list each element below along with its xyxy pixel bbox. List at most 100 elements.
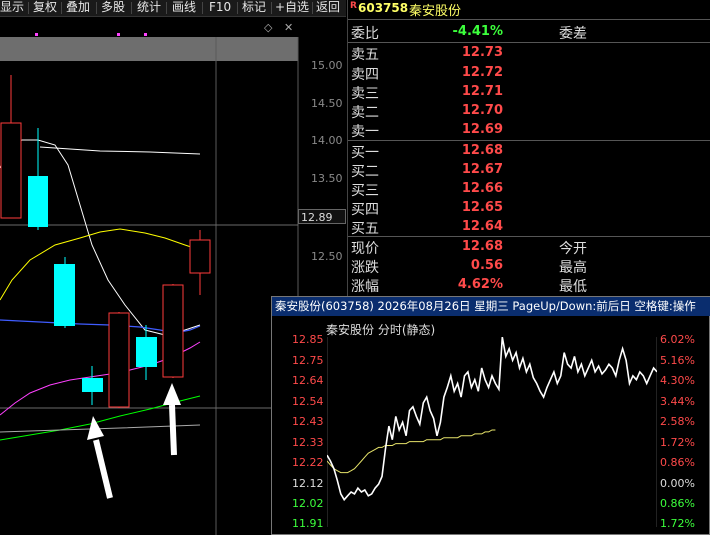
bid-price: 12.68 [461,143,503,158]
toolbar-back[interactable]: 返回 [316,0,340,16]
bid-row-1: 买一 12.68 [348,141,710,161]
ma-long-line [39,146,201,155]
bid-label: 买五 [351,221,379,237]
toolbar-show[interactable]: 显示 [0,0,24,16]
ask-price: 12.69 [461,122,503,137]
candle-5 [108,312,130,408]
ratio-value: -4.41% [452,24,504,39]
left-tick: 12.64 [292,374,324,387]
order-ratio-row: 委比 -4.41% 委差 [348,22,710,42]
ask-price: 12.70 [461,103,503,118]
bid-price: 12.65 [461,200,503,215]
stock-name: 秦安股份 [409,4,462,19]
bid-price: 12.64 [461,219,503,234]
ask-row-3: 卖三 12.71 [348,82,710,102]
right-tick: 0.00% [660,477,695,490]
intraday-popup[interactable]: 秦安股份(603758) 2026年08月26日 星期三 PageUp/Down… [271,296,710,535]
toolbar-multi-stock[interactable]: 多股 [101,0,125,16]
bid-price: 12.67 [461,162,503,177]
stat-value: 12.68 [461,239,503,254]
price-tick-1500: 15.00 [311,59,343,72]
toolbar-add-favorite[interactable]: +自选 [275,0,309,16]
toolbar-overlay[interactable]: 叠加 [66,0,90,16]
arrow-annotation-2 [163,383,181,456]
ask-row-1: 卖一 12.69 [348,120,710,140]
toolbar-draw-line[interactable]: 画线 [172,0,196,16]
popup-title-bar[interactable]: 秦安股份(603758) 2026年08月26日 星期三 PageUp/Down… [272,297,710,316]
left-tick: 12.85 [292,333,324,346]
candle-1 [0,75,22,219]
code-badge: R [350,1,357,11]
toolbar-restore-rights[interactable]: 复权 [33,0,57,16]
bid-label: 买三 [351,183,379,199]
close-icon: ✕ [284,21,293,34]
intraday-chart [327,337,657,527]
candle-6 [136,325,157,380]
left-tick: 12.54 [292,395,324,408]
right-tick: 0.86% [660,497,695,510]
left-tick: 12.75 [292,354,324,367]
ratio-label: 委比 [351,26,379,42]
right-tick: 3.44% [660,395,695,408]
bid-row-5: 买五 12.64 [348,217,710,237]
stat-label: 现价 [351,241,379,257]
stat-label: 涨幅 [351,279,379,295]
ask-label: 卖五 [351,47,379,63]
left-tick: 12.12 [292,477,324,490]
chart-header-band [0,37,298,61]
candle-8 [189,230,211,295]
stock-code: 603758 [358,1,409,15]
left-tick: 12.33 [292,436,324,449]
diff-label: 委差 [559,26,587,42]
right-tick: 4.30% [660,374,695,387]
stat-label-2: 最高 [559,260,587,276]
candle-4 [82,366,103,405]
ask-label: 卖三 [351,86,379,102]
stat-label-2: 今开 [559,241,587,257]
intraday-price-line [327,337,657,502]
toolbar-mark[interactable]: 标记 [242,0,266,16]
stat-label: 涨跌 [351,260,379,276]
bid-row-3: 买三 12.66 [348,179,710,199]
price-tick-1250: 12.50 [311,250,343,263]
stat-value: 4.62% [457,277,503,292]
ask-label: 卖四 [351,67,379,83]
price-tick-1400: 14.00 [311,134,343,147]
stat-row-price: 现价 12.68 今开 [348,237,710,257]
ask-price: 12.72 [461,65,503,80]
toolbar-f10[interactable]: F10 [209,0,231,16]
candle-3 [54,257,75,328]
avg-price-line [327,429,496,474]
stat-row-pct: 涨幅 4.62% 最低 [348,275,710,295]
bid-price: 12.66 [461,181,503,196]
bid-row-4: 买四 12.65 [348,198,710,218]
price-tick-1350: 13.50 [311,172,343,185]
left-tick: 11.91 [292,517,324,530]
ask-label: 卖二 [351,105,379,121]
toolbar-statistics[interactable]: 统计 [137,0,161,16]
ask-row-4: 卖四 12.72 [348,63,710,83]
left-tick: 12.22 [292,456,324,469]
quote-panel: R 603758 秦安股份 委比 -4.41% 委差 卖五 12.73 卖四 1… [347,0,710,296]
stat-value: 0.56 [470,258,503,273]
candle-7 [162,284,184,378]
ask-price: 12.73 [461,45,503,60]
current-price-label: 12.89 [298,209,346,224]
bid-row-2: 买二 12.67 [348,160,710,180]
right-tick: 1.72% [660,436,695,449]
right-tick: 6.02% [660,333,695,346]
right-tick: 1.72% [660,517,695,530]
stat-row-change: 涨跌 0.56 最高 [348,256,710,276]
popup-subtitle: 秦安股份 分时(静态) [326,323,436,337]
bid-label: 买一 [351,145,379,161]
left-tick: 12.02 [292,497,324,510]
diamond-icon: ◇ [264,21,273,34]
stat-label-2: 最低 [559,279,587,295]
left-tick: 12.43 [292,415,324,428]
ask-row-2: 卖二 12.70 [348,101,710,121]
ask-price: 12.71 [461,84,503,99]
right-tick: 5.16% [660,354,695,367]
ask-row-5: 卖五 12.73 [348,43,710,63]
price-tick-1450: 14.50 [311,97,343,110]
right-tick: 0.86% [660,456,695,469]
